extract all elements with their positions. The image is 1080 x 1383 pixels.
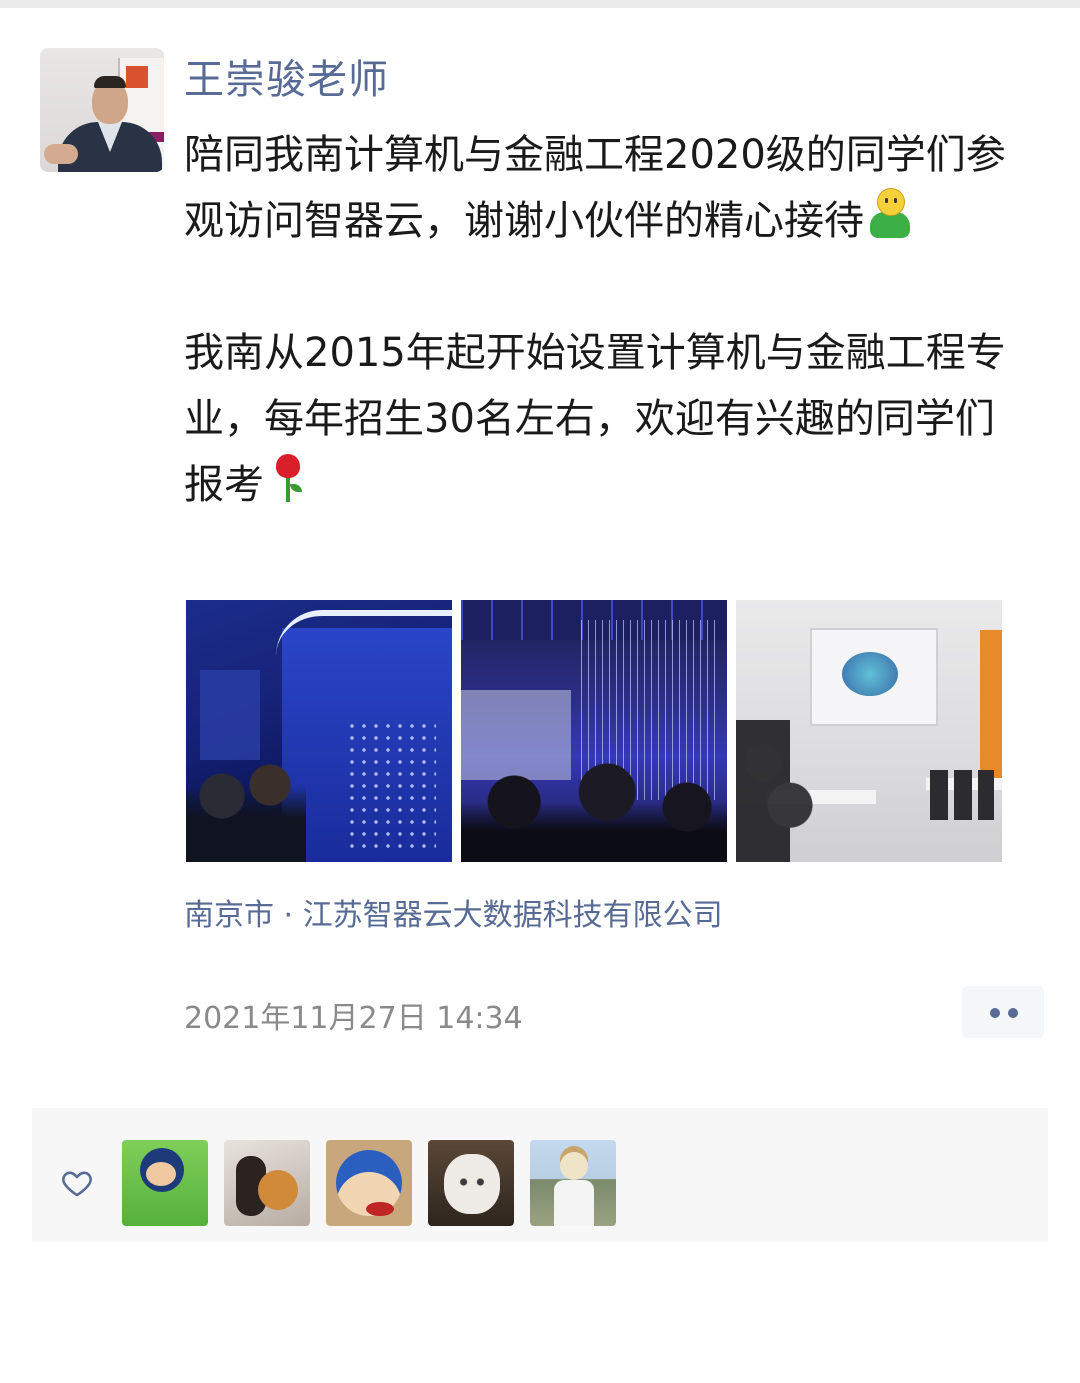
heart-icon — [62, 1171, 92, 1197]
dot-icon — [1008, 1008, 1018, 1018]
author-name[interactable]: 王崇骏老师 — [184, 50, 389, 110]
liker-avatar-2[interactable] — [224, 1140, 310, 1226]
post-photo-1[interactable] — [186, 600, 452, 862]
author-avatar[interactable] — [40, 48, 164, 172]
liker-avatar-1[interactable] — [122, 1140, 208, 1226]
rose-emoji-icon — [264, 452, 316, 504]
post-timestamp: 2021年11月27日 14:34 — [184, 1001, 523, 1036]
post-photo-2[interactable] — [461, 600, 727, 862]
post-location[interactable]: 南京市 · 江苏智器云大数据科技有限公司 — [184, 894, 723, 938]
liker-avatar-5[interactable] — [530, 1140, 616, 1226]
post-content: 陪同我南计算机与金融工程2020级的同学们参观访问智器云，谢谢小伙伴的精心接待 … — [184, 122, 1034, 518]
liker-avatar-4[interactable] — [428, 1140, 514, 1226]
post-photo-3[interactable] — [736, 600, 1002, 862]
likes-panel — [32, 1108, 1048, 1242]
more-actions-button[interactable] — [962, 986, 1044, 1038]
person-emoji-icon — [864, 188, 916, 240]
top-divider — [0, 0, 1080, 8]
liker-avatar-3[interactable] — [326, 1140, 412, 1226]
dot-icon — [990, 1008, 1000, 1018]
